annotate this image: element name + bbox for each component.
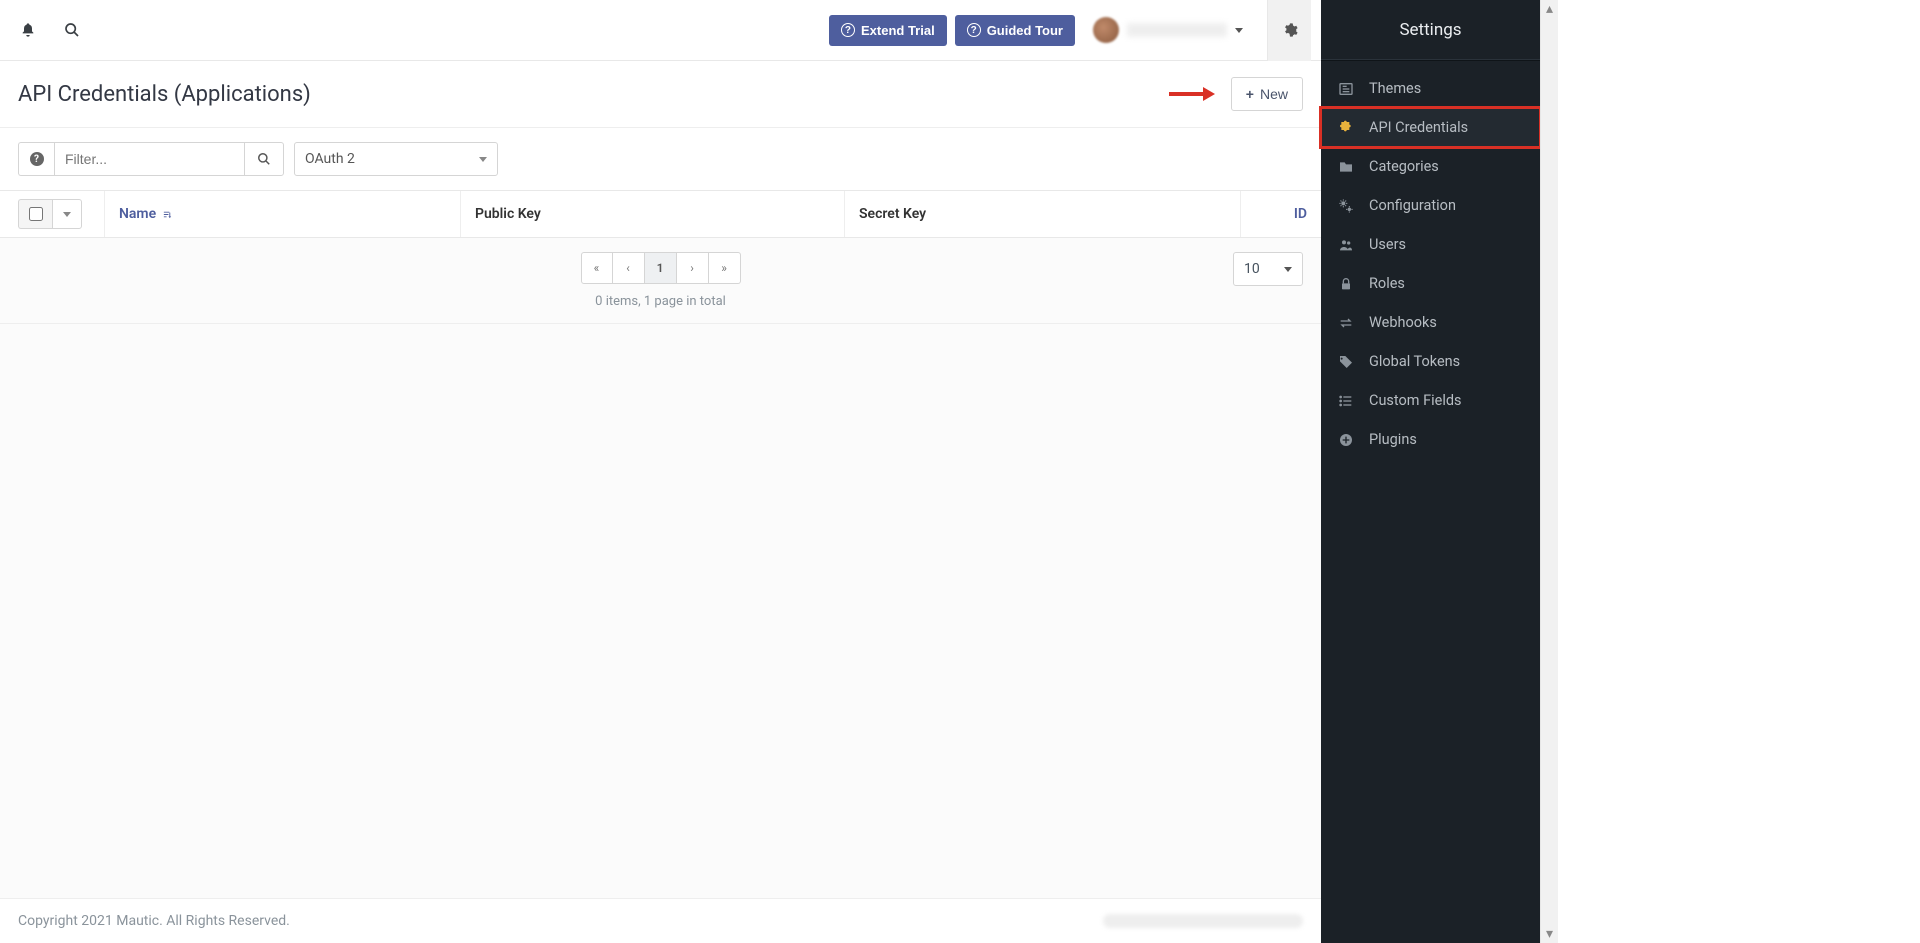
new-button-label: New xyxy=(1260,86,1288,102)
chevron-down-icon xyxy=(1235,28,1243,33)
pagination-info: 0 items, 1 page in total xyxy=(18,294,1303,309)
extend-trial-button[interactable]: ? Extend Trial xyxy=(829,15,947,46)
oauth-select[interactable]: OAuth 2 xyxy=(294,142,498,176)
column-header-id[interactable]: ID xyxy=(1240,191,1321,237)
page-number-1[interactable]: 1 xyxy=(645,252,677,284)
page-header: API Credentials (Applications) + New xyxy=(0,61,1321,128)
credentials-table: Name Public Key Secret Key ID xyxy=(0,190,1321,238)
page-last-button[interactable]: » xyxy=(709,252,741,284)
sidebar-item-categories[interactable]: Categories xyxy=(1321,147,1540,186)
new-button[interactable]: + New xyxy=(1231,77,1303,111)
page-size-value: 10 xyxy=(1244,261,1260,277)
chevron-down-icon xyxy=(1284,267,1292,272)
tags-icon xyxy=(1337,354,1355,370)
guided-tour-button[interactable]: ? Guided Tour xyxy=(955,15,1075,46)
user-menu[interactable] xyxy=(1083,10,1253,50)
chevron-down-icon xyxy=(479,157,487,162)
sidebar-item-webhooks[interactable]: Webhooks xyxy=(1321,303,1540,342)
sidebar-item-label: Users xyxy=(1369,236,1524,253)
sidebar-item-themes[interactable]: Themes xyxy=(1321,69,1540,108)
exchange-icon xyxy=(1337,315,1355,331)
sidebar-item-label: Roles xyxy=(1369,275,1524,292)
question-icon: ? xyxy=(967,23,981,37)
sort-icon xyxy=(162,209,173,220)
search-icon xyxy=(257,152,271,166)
oauth-select-value: OAuth 2 xyxy=(305,151,355,167)
footer-version xyxy=(1103,914,1303,928)
browser-scrollbar[interactable]: ▴ ▾ xyxy=(1540,0,1558,943)
sidebar-item-label: Categories xyxy=(1369,158,1524,175)
settings-title: Settings xyxy=(1321,0,1540,61)
settings-gear-button[interactable] xyxy=(1267,0,1311,61)
users-icon xyxy=(1337,237,1355,253)
chevron-down-icon xyxy=(63,212,71,217)
page-size-select[interactable]: 10 xyxy=(1233,252,1303,286)
scroll-down-icon[interactable]: ▾ xyxy=(1541,925,1558,943)
sidebar-item-label: Plugins xyxy=(1369,431,1524,448)
filter-toolbar: ? OAuth 2 xyxy=(0,128,1321,190)
question-icon: ? xyxy=(30,152,44,166)
page-prev-button[interactable]: ‹ xyxy=(613,252,645,284)
lock-icon xyxy=(1337,276,1355,292)
puzzle-icon xyxy=(1337,120,1355,136)
pagination-area: « ‹ 1 › » 0 items, 1 page in total 10 xyxy=(0,238,1321,324)
page-title: API Credentials (Applications) xyxy=(18,82,311,107)
copyright-text: Copyright 2021 Mautic. All Rights Reserv… xyxy=(18,913,290,929)
pagination: « ‹ 1 › » xyxy=(18,252,1303,284)
user-name xyxy=(1127,23,1227,37)
guided-tour-label: Guided Tour xyxy=(987,23,1063,38)
settings-panel: Settings Themes API Credentials Categories… xyxy=(1321,0,1540,943)
avatar xyxy=(1093,17,1119,43)
sidebar-item-global-tokens[interactable]: Global Tokens xyxy=(1321,342,1540,381)
bulk-actions-dropdown[interactable] xyxy=(52,199,82,229)
gear-icon xyxy=(1282,22,1298,38)
plus-icon: + xyxy=(1246,86,1254,102)
sidebar-item-users[interactable]: Users xyxy=(1321,225,1540,264)
sidebar-item-api-credentials[interactable]: API Credentials xyxy=(1321,108,1540,147)
annotation-arrow xyxy=(1169,87,1215,101)
sidebar-item-roles[interactable]: Roles xyxy=(1321,264,1540,303)
scroll-up-icon[interactable]: ▴ xyxy=(1541,0,1558,18)
sidebar-item-configuration[interactable]: Configuration xyxy=(1321,186,1540,225)
sidebar-item-label: Themes xyxy=(1369,80,1524,97)
select-all-checkbox[interactable] xyxy=(18,199,52,229)
newspaper-icon xyxy=(1337,81,1355,97)
sidebar-item-label: Global Tokens xyxy=(1369,353,1524,370)
page-first-button[interactable]: « xyxy=(581,252,613,284)
list-icon xyxy=(1337,393,1355,409)
plus-circle-icon xyxy=(1337,432,1355,448)
filter-input[interactable] xyxy=(54,142,244,176)
gears-icon xyxy=(1337,198,1355,214)
column-header-secret-key[interactable]: Secret Key xyxy=(844,191,1240,237)
filter-search-button[interactable] xyxy=(244,142,284,176)
folder-icon xyxy=(1337,159,1355,175)
column-header-name[interactable]: Name xyxy=(104,191,460,237)
bell-icon[interactable] xyxy=(16,18,40,42)
sidebar-item-plugins[interactable]: Plugins xyxy=(1321,420,1540,459)
filter-help-button[interactable]: ? xyxy=(18,142,54,176)
sidebar-item-custom-fields[interactable]: Custom Fields xyxy=(1321,381,1540,420)
column-header-public-key[interactable]: Public Key xyxy=(460,191,844,237)
page-next-button[interactable]: › xyxy=(677,252,709,284)
sidebar-item-label: Custom Fields xyxy=(1369,392,1524,409)
footer: Copyright 2021 Mautic. All Rights Reserv… xyxy=(0,898,1321,943)
sidebar-item-label: Webhooks xyxy=(1369,314,1524,331)
question-icon: ? xyxy=(841,23,855,37)
extend-trial-label: Extend Trial xyxy=(861,23,935,38)
topbar: ? Extend Trial ? Guided Tour xyxy=(0,0,1321,61)
sidebar-item-label: Configuration xyxy=(1369,197,1524,214)
sidebar-item-label: API Credentials xyxy=(1369,119,1524,136)
search-icon[interactable] xyxy=(60,18,84,42)
